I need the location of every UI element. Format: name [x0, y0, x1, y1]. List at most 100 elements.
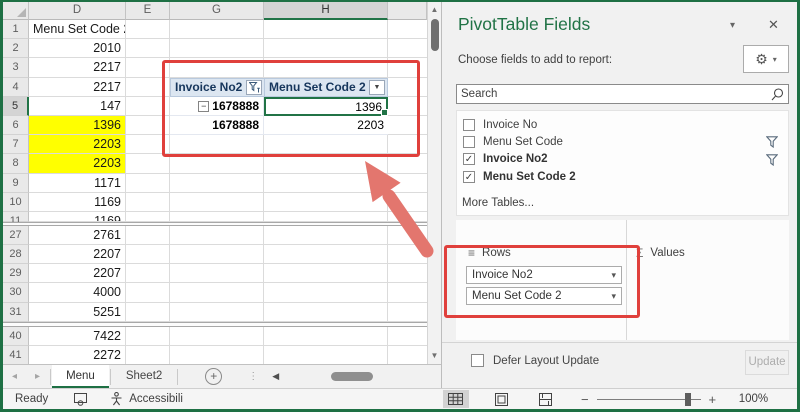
cell-g31[interactable] — [170, 303, 264, 322]
zoom-slider-thumb[interactable] — [685, 393, 691, 406]
vertical-scrollbar-thumb[interactable] — [431, 19, 439, 51]
column-header-g[interactable]: G — [170, 2, 264, 20]
cell-e11[interactable] — [126, 212, 170, 222]
row-header-5[interactable]: 5 — [3, 97, 29, 116]
scroll-down-icon[interactable]: ▼ — [428, 351, 441, 360]
cell-partial31[interactable] — [388, 303, 427, 322]
cell-d4[interactable]: 2217 — [29, 78, 126, 97]
cell-e29[interactable] — [126, 264, 170, 283]
page-break-preview-button[interactable] — [533, 390, 559, 408]
row-header-8[interactable]: 8 — [3, 154, 29, 173]
cell-partial8[interactable] — [388, 154, 427, 173]
cell-partial9[interactable] — [388, 174, 427, 193]
cell-g3[interactable] — [170, 58, 264, 77]
field-checkbox-invoice-no[interactable] — [463, 119, 475, 131]
cell-g2[interactable] — [170, 39, 264, 58]
cell-g1[interactable] — [170, 20, 264, 39]
cell-g9[interactable] — [170, 174, 264, 193]
pivot-cell-code-2[interactable]: 2203 — [264, 116, 388, 135]
cell-h31[interactable] — [264, 303, 388, 322]
cell-e7[interactable] — [126, 135, 170, 154]
cell-e30[interactable] — [126, 283, 170, 302]
cell-e40[interactable] — [126, 327, 170, 346]
field-checkbox-menu-set-code[interactable] — [463, 136, 475, 148]
cell-g41[interactable] — [170, 346, 264, 364]
cell-g40[interactable] — [170, 327, 264, 346]
pivot-header-code[interactable]: Menu Set Code 2 ▼ — [264, 78, 388, 97]
cell-d40[interactable]: 7422 — [29, 327, 126, 346]
cell-e5[interactable] — [126, 97, 170, 116]
cell-d27[interactable]: 2761 — [29, 226, 126, 245]
field-item-invoice-no2[interactable]: ✓Invoice No2 — [463, 151, 782, 168]
row-header-10[interactable]: 10 — [3, 193, 29, 212]
cell-g11[interactable] — [170, 212, 264, 222]
accessibility-icon[interactable] — [110, 392, 123, 406]
row-header-11[interactable]: 11 — [3, 212, 29, 222]
cell-partial1[interactable] — [388, 20, 427, 39]
cell-partial6[interactable] — [388, 116, 427, 135]
cell-partial10[interactable] — [388, 193, 427, 212]
sheet-nav-right-icon[interactable]: ▸ — [26, 371, 49, 382]
cell-partial30[interactable] — [388, 283, 427, 302]
cell-d28[interactable]: 2207 — [29, 245, 126, 264]
row-header-1[interactable]: 1 — [3, 20, 29, 39]
cell-partial5[interactable] — [388, 97, 427, 116]
row-header-27[interactable]: 27 — [3, 226, 29, 245]
cell-e2[interactable] — [126, 39, 170, 58]
cell-h40[interactable] — [264, 327, 388, 346]
cell-g27[interactable] — [170, 226, 264, 245]
close-icon[interactable]: ✕ — [768, 17, 779, 33]
cell-partial28[interactable] — [388, 245, 427, 264]
cell-h10[interactable] — [264, 193, 388, 212]
cell-e27[interactable] — [126, 226, 170, 245]
cell-d11[interactable]: 1169 — [29, 212, 126, 222]
cell-partial41[interactable] — [388, 346, 427, 364]
cell-d6[interactable]: 1396 — [29, 116, 126, 135]
cell-g28[interactable] — [170, 245, 264, 264]
cell-e8[interactable] — [126, 154, 170, 173]
row-header-6[interactable]: 6 — [3, 116, 29, 135]
cell-d2[interactable]: 2010 — [29, 39, 126, 58]
cell-partial29[interactable] — [388, 264, 427, 283]
row-header-4[interactable]: 4 — [3, 78, 29, 97]
sheet-tab-menu[interactable]: Menu — [52, 365, 109, 388]
hscroll-left-icon[interactable]: ◀ — [272, 371, 279, 382]
zoom-slider[interactable] — [597, 393, 701, 406]
cell-h3[interactable] — [264, 58, 388, 77]
defer-layout-checkbox[interactable] — [471, 354, 484, 367]
row-header-28[interactable]: 28 — [3, 245, 29, 264]
column-header-e[interactable]: E — [126, 2, 170, 20]
column-header-h[interactable]: H — [264, 2, 388, 20]
row-header-41[interactable]: 41 — [3, 346, 29, 364]
sheet-nav-left-icon[interactable]: ◂ — [3, 371, 26, 382]
new-sheet-button[interactable]: + — [205, 368, 222, 385]
cell-g30[interactable] — [170, 283, 264, 302]
cell-d7[interactable]: 2203 — [29, 135, 126, 154]
field-search-box[interactable] — [456, 84, 789, 104]
cell-e6[interactable] — [126, 116, 170, 135]
cell-h8[interactable] — [264, 154, 388, 173]
status-accessibility-label[interactable]: Accessibili — [129, 393, 183, 405]
collapse-button[interactable]: − — [198, 101, 209, 112]
field-item-menu-set-code[interactable]: Menu Set Code — [463, 133, 782, 150]
cell-partial11[interactable] — [388, 212, 427, 222]
cell-partial4[interactable] — [388, 78, 427, 97]
cell-d29[interactable]: 2207 — [29, 264, 126, 283]
sheet-tab-sheet2[interactable]: Sheet2 — [112, 365, 176, 388]
field-checkbox-menu-set-code-2[interactable]: ✓ — [463, 171, 475, 183]
field-item-menu-set-code-2[interactable]: ✓Menu Set Code 2 — [463, 168, 782, 185]
cell-e1[interactable] — [126, 20, 170, 39]
column-header-partial[interactable] — [388, 2, 427, 20]
cell-partial27[interactable] — [388, 226, 427, 245]
page-layout-button[interactable] — [489, 390, 515, 408]
row-header-7[interactable]: 7 — [3, 135, 29, 154]
cell-h9[interactable] — [264, 174, 388, 193]
column-header-d[interactable]: D — [29, 2, 126, 20]
row-header-29[interactable]: 29 — [3, 264, 29, 283]
cell-partial3[interactable] — [388, 58, 427, 77]
scroll-up-icon[interactable]: ▲ — [428, 5, 441, 14]
cell-d8[interactable]: 2203 — [29, 154, 126, 173]
cell-d10[interactable]: 1169 — [29, 193, 126, 212]
cell-d9[interactable]: 1171 — [29, 174, 126, 193]
row-header-2[interactable]: 2 — [3, 39, 29, 58]
